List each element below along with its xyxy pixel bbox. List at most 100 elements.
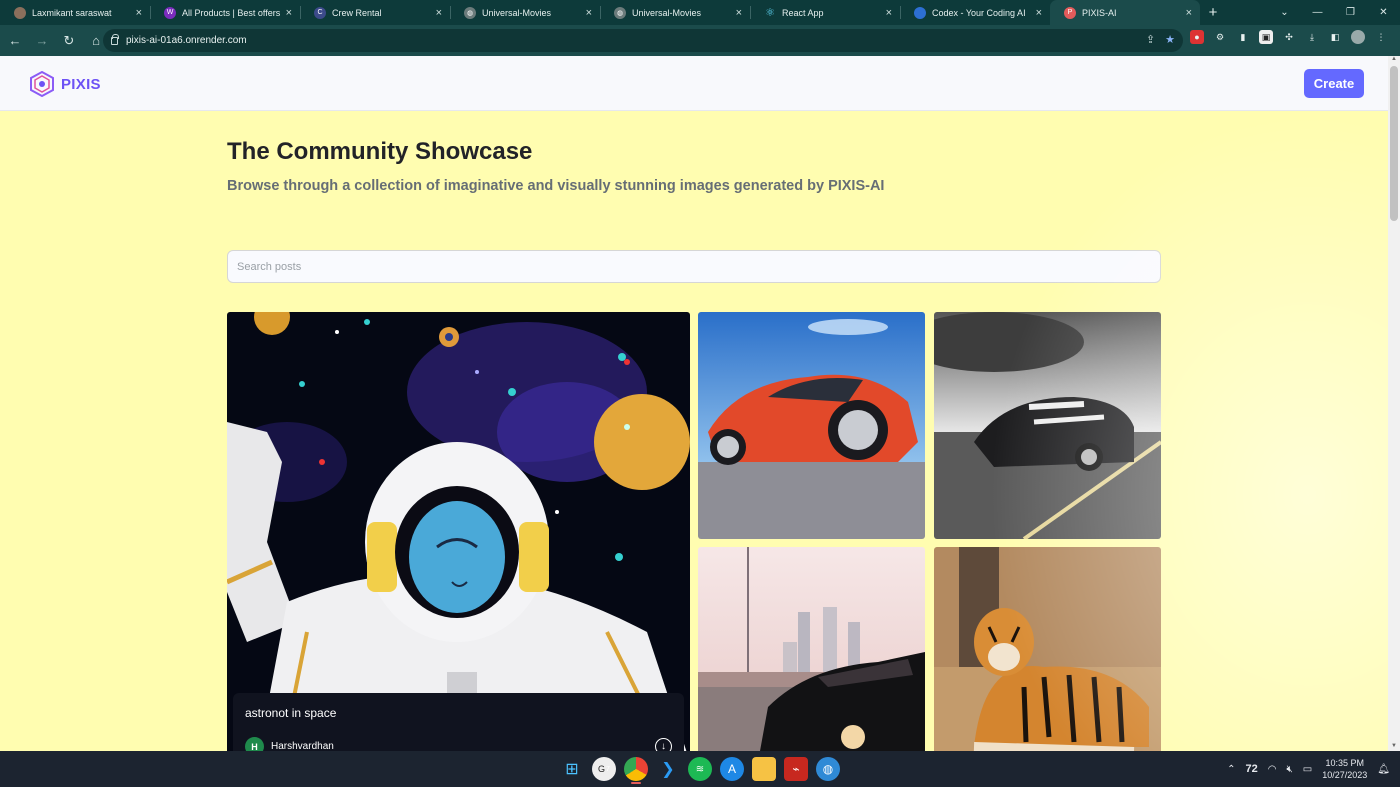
minimize-icon[interactable]: — bbox=[1301, 7, 1334, 18]
back-arrow-icon[interactable]: ← bbox=[3, 33, 27, 48]
search-input[interactable] bbox=[227, 250, 1161, 283]
create-button[interactable]: Create bbox=[1304, 69, 1364, 98]
forward-arrow-icon[interactable]: → bbox=[30, 33, 54, 48]
tab-title: PIXIS-AI bbox=[1082, 7, 1117, 18]
tab-title: React App bbox=[782, 7, 824, 18]
profile-avatar-icon[interactable] bbox=[1351, 30, 1365, 44]
extension-bottle-icon[interactable]: ▮ bbox=[1236, 30, 1250, 44]
scroll-down-arrow-icon[interactable]: ▼ bbox=[1390, 743, 1398, 751]
acrobat-icon[interactable]: ⌁ bbox=[784, 757, 808, 781]
url-text[interactable]: pixis-ai-01a6.onrender.com bbox=[126, 35, 247, 46]
browser-tab-active[interactable]: P PIXIS-AI × bbox=[1050, 0, 1200, 25]
file-explorer-icon[interactable] bbox=[752, 757, 776, 781]
post-card-mustang[interactable] bbox=[934, 312, 1161, 539]
close-tab-icon[interactable]: × bbox=[1036, 7, 1042, 19]
vscode-icon[interactable]: ❯ bbox=[656, 757, 680, 781]
close-tab-icon[interactable]: × bbox=[736, 7, 742, 19]
clock-time: 10:35 PM bbox=[1325, 758, 1365, 768]
globe-app-icon[interactable]: ◍ bbox=[816, 757, 840, 781]
showcase-page: The Community Showcase Browse through a … bbox=[0, 111, 1388, 751]
close-tab-icon[interactable]: × bbox=[436, 7, 442, 19]
tiger-lying-down-image bbox=[934, 547, 1161, 751]
restore-icon[interactable]: ❐ bbox=[1334, 7, 1367, 18]
post-card-orange-car[interactable] bbox=[698, 312, 925, 539]
close-tab-icon[interactable]: × bbox=[136, 7, 142, 19]
author-name: Harshvardhan bbox=[271, 741, 334, 751]
battery-icon[interactable]: ▭ bbox=[1303, 764, 1312, 775]
browser-tab[interactable]: Laxmikant saraswat × bbox=[0, 0, 150, 25]
page-subtitle: Browse through a collection of imaginati… bbox=[227, 178, 885, 194]
taskbar-apps: ⊞ G7 ❯ ≋ A ⌁ ◍ bbox=[560, 757, 840, 784]
browser-toolbar: ← → ↻ ⌂ pixis-ai-01a6.onrender.com ⇪ ★ ●… bbox=[0, 25, 1400, 56]
close-tab-icon[interactable]: × bbox=[886, 7, 892, 19]
avatar-favicon-icon bbox=[14, 6, 26, 19]
app-header: PIXIS Create bbox=[0, 56, 1388, 111]
pixis-logo-icon bbox=[30, 71, 54, 97]
close-tab-icon[interactable]: × bbox=[586, 7, 592, 19]
black-mustang-on-road-image bbox=[934, 312, 1161, 539]
grammarly-icon[interactable]: G7 bbox=[592, 757, 616, 781]
browser-tab-strip: Laxmikant saraswat × W All Products | Best… bbox=[0, 0, 1400, 25]
shop-favicon-icon: W bbox=[164, 6, 176, 19]
scroll-up-arrow-icon[interactable]: ▲ bbox=[1390, 56, 1398, 64]
system-tray: ⌃ 72 ◠ 🔇︎ ▭ 10:35 PM 10/27/2023 🔔︎ bbox=[1227, 751, 1390, 787]
share-icon[interactable]: ⇪ bbox=[1146, 33, 1155, 46]
astronaut-in-space-image bbox=[227, 312, 690, 751]
clock[interactable]: 10:35 PM 10/27/2023 bbox=[1322, 757, 1367, 781]
browser-tab[interactable]: ◍ Universal-Movies × bbox=[450, 0, 600, 25]
new-tab-plus-icon[interactable]: + bbox=[1200, 0, 1226, 25]
tab-title: Universal-Movies bbox=[482, 7, 552, 18]
side-panel-icon[interactable]: ◧ bbox=[1328, 30, 1342, 44]
extension-gear-icon[interactable]: ⚙ bbox=[1213, 30, 1227, 44]
author-avatar: H bbox=[245, 737, 264, 751]
bookmark-star-icon[interactable]: ★ bbox=[1165, 33, 1175, 46]
logo-text: PIXIS bbox=[61, 75, 101, 93]
volume-muted-icon[interactable]: 🔇︎ bbox=[1286, 764, 1292, 775]
chrome-icon[interactable] bbox=[624, 757, 648, 784]
tab-search-chevron-icon[interactable]: ⌄ bbox=[1268, 7, 1301, 18]
tab-title: All Products | Best offers bbox=[182, 7, 281, 18]
weather-temperature[interactable]: 72 bbox=[1246, 763, 1258, 775]
tab-title: Laxmikant saraswat bbox=[32, 7, 112, 18]
pixis-favicon-icon: P bbox=[1064, 6, 1076, 19]
reload-icon[interactable]: ↻ bbox=[57, 33, 81, 49]
wifi-icon[interactable]: ◠ bbox=[1268, 764, 1277, 775]
menu-kebab-icon[interactable]: ⋮ bbox=[1374, 30, 1388, 44]
puzzle-extensions-icon[interactable]: ✣ bbox=[1282, 30, 1296, 44]
tray-chevron-up-icon[interactable]: ⌃ bbox=[1227, 764, 1235, 775]
post-card-astronaut[interactable]: astronot in space H Harshvardhan ↓ bbox=[227, 312, 690, 751]
extensions-area: ● ⚙ ▮ ▣ ✣ ⤓ ◧ ⋮ bbox=[1190, 30, 1388, 44]
clock-date: 10/27/2023 bbox=[1322, 770, 1368, 780]
windows-taskbar: ⊞ G7 ❯ ≋ A ⌁ ◍ ⌃ 72 ◠ 🔇︎ ▭ 10:35 PM 10/2… bbox=[0, 751, 1400, 787]
close-tab-icon[interactable]: × bbox=[1186, 7, 1192, 19]
notifications-bell-icon[interactable]: 🔔︎ bbox=[1377, 764, 1390, 775]
post-card-tiger[interactable] bbox=[934, 547, 1161, 751]
extension-red-icon[interactable]: ● bbox=[1190, 30, 1204, 44]
page-title: The Community Showcase bbox=[227, 138, 533, 165]
windows-start-icon[interactable]: ⊞ bbox=[560, 757, 584, 781]
globe-favicon-icon: ◍ bbox=[614, 6, 626, 19]
badge-count: 7 bbox=[606, 765, 610, 773]
browser-tab[interactable]: ◍ Universal-Movies × bbox=[600, 0, 750, 25]
download-icon[interactable]: ↓ bbox=[655, 738, 672, 751]
extension-box-icon[interactable]: ▣ bbox=[1259, 30, 1273, 44]
react-favicon-icon: ⚛ bbox=[765, 7, 775, 19]
scrollbar-thumb[interactable] bbox=[1390, 66, 1398, 221]
post-author-row: H Harshvardhan ↓ bbox=[245, 737, 672, 751]
browser-tab[interactable]: C Crew Rental × bbox=[300, 0, 450, 25]
close-window-icon[interactable]: ✕ bbox=[1367, 7, 1400, 18]
post-card-sedan[interactable] bbox=[698, 547, 925, 751]
globe-favicon-icon: ◍ bbox=[464, 6, 476, 19]
address-bar[interactable]: pixis-ai-01a6.onrender.com ⇪ ★ bbox=[103, 29, 1183, 52]
browser-tab[interactable]: W All Products | Best offers × bbox=[150, 0, 300, 25]
spotify-icon[interactable]: ≋ bbox=[688, 757, 712, 781]
close-tab-icon[interactable]: × bbox=[286, 7, 292, 19]
post-overlay: astronot in space H Harshvardhan ↓ bbox=[233, 693, 684, 751]
browser-tab[interactable]: Codex - Your Coding AI × bbox=[900, 0, 1050, 25]
lock-icon[interactable] bbox=[111, 33, 119, 45]
download-icon[interactable]: ⤓ bbox=[1305, 30, 1319, 44]
pixis-logo[interactable]: PIXIS bbox=[29, 71, 101, 97]
page-scrollbar[interactable]: ▲ ▼ bbox=[1388, 56, 1400, 751]
browser-tab[interactable]: ⚛ React App × bbox=[750, 0, 900, 25]
app-store-icon[interactable]: A bbox=[720, 757, 744, 781]
